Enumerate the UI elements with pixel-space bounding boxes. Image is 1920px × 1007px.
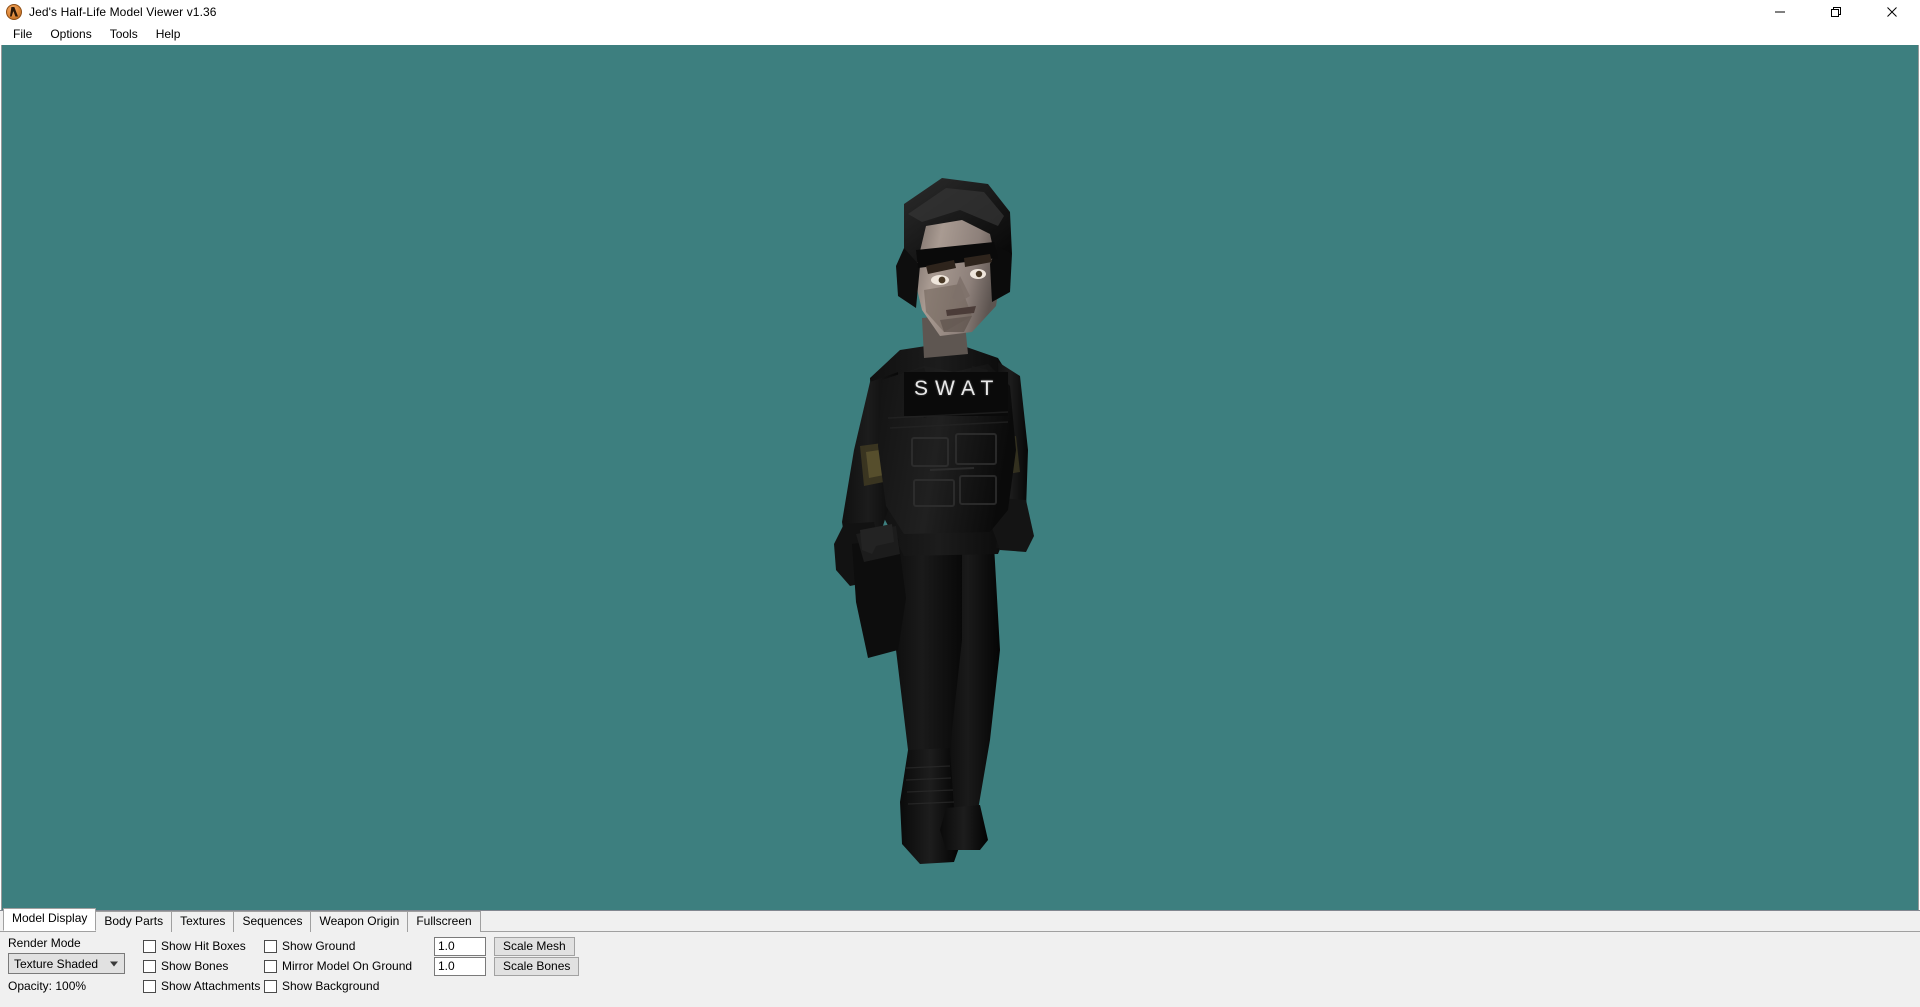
checkbox-row-show-background[interactable]: Show Background [264, 976, 412, 996]
checkbox-row-show-hit-boxes[interactable]: Show Hit Boxes [143, 936, 260, 956]
render-mode-label: Render Mode [8, 936, 81, 950]
panel-tabstrip: Model Display Body Parts Textures Sequen… [0, 908, 1920, 932]
tab-model-display[interactable]: Model Display [3, 908, 97, 931]
checkbox-label-show-hit-boxes: Show Hit Boxes [161, 939, 246, 953]
checkbox-label-mirror-model-on-ground: Mirror Model On Ground [282, 959, 413, 973]
titlebar: Jed's Half-Life Model Viewer v1.36 [0, 0, 1920, 23]
checkbox-label-show-attachments: Show Attachments [161, 979, 261, 993]
close-icon [1887, 6, 1897, 17]
control-panel: Model Display Body Parts Textures Sequen… [0, 908, 1920, 1007]
checkbox-row-show-bones[interactable]: Show Bones [143, 956, 260, 976]
menu-item-options[interactable]: Options [41, 24, 100, 44]
menu-item-file[interactable]: File [4, 24, 41, 44]
checkbox-label-show-ground: Show Ground [282, 939, 356, 953]
minimize-button[interactable] [1752, 0, 1808, 23]
checkbox-show-attachments[interactable] [143, 979, 156, 993]
swat-officer-model [812, 150, 1072, 885]
checkbox-show-background[interactable] [264, 979, 277, 993]
checkbox-mirror-model-on-ground[interactable] [264, 959, 277, 973]
window-title: Jed's Half-Life Model Viewer v1.36 [29, 4, 217, 19]
checkbox-label-show-bones: Show Bones [161, 959, 229, 973]
opacity-label: Opacity: 100% [8, 979, 87, 993]
scale-mesh-input[interactable]: 1.0 [434, 936, 486, 956]
checkbox-row-mirror-model-on-ground[interactable]: Mirror Model On Ground [264, 956, 412, 976]
scale-bones-input[interactable]: 1.0 [434, 956, 486, 976]
chevron-down-icon [110, 961, 118, 966]
maximize-button[interactable] [1808, 0, 1864, 23]
scale-mesh-button[interactable]: Scale Mesh [494, 936, 575, 956]
window-controls [1752, 0, 1920, 23]
close-button[interactable] [1864, 0, 1920, 23]
render-mode-group: Render Mode Texture Shaded Opacity: 100% [8, 936, 138, 993]
checkbox-show-bones[interactable] [143, 959, 156, 973]
render-mode-select[interactable]: Texture Shaded [8, 953, 125, 974]
viewport-container: SWAT [0, 45, 1920, 910]
checkbox-show-hit-boxes[interactable] [143, 939, 156, 953]
checkbox-column-1: Show Hit Boxes Show Bones Show Attachmen… [143, 936, 260, 996]
tab-weapon-origin[interactable]: Weapon Origin [310, 911, 409, 932]
scale-bones-row: 1.0 Scale Bones [434, 956, 580, 976]
checkbox-row-show-attachments[interactable]: Show Attachments [143, 976, 260, 996]
minimize-icon [1775, 11, 1785, 12]
app-lambda-icon [6, 3, 22, 20]
maximize-icon [1831, 6, 1841, 17]
render-mode-value: Texture Shaded [14, 956, 99, 971]
menubar: File Options Tools Help [0, 23, 1920, 45]
model-display-pane: Render Mode Texture Shaded Opacity: 100%… [0, 932, 1920, 1007]
model-viewer-window: Jed's Half-Life Model Viewer v1.36 File … [0, 0, 1920, 1007]
tab-sequences[interactable]: Sequences [233, 911, 312, 932]
tab-body-parts[interactable]: Body Parts [95, 911, 173, 932]
scale-controls-group: 1.0 Scale Mesh 1.0 Scale Bones [434, 936, 580, 976]
checkbox-row-show-ground[interactable]: Show Ground [264, 936, 412, 956]
checkbox-label-show-background: Show Background [282, 979, 380, 993]
tab-fullscreen[interactable]: Fullscreen [407, 911, 481, 932]
menu-item-help[interactable]: Help [147, 24, 190, 44]
scale-bones-button[interactable]: Scale Bones [494, 956, 580, 976]
checkbox-column-2: Show Ground Mirror Model On Ground Show … [264, 936, 412, 996]
menu-item-tools[interactable]: Tools [101, 24, 147, 44]
checkbox-show-ground[interactable] [264, 939, 277, 953]
scale-mesh-row: 1.0 Scale Mesh [434, 936, 579, 956]
model-viewport[interactable]: SWAT [1, 45, 1919, 910]
tab-textures[interactable]: Textures [171, 911, 235, 932]
